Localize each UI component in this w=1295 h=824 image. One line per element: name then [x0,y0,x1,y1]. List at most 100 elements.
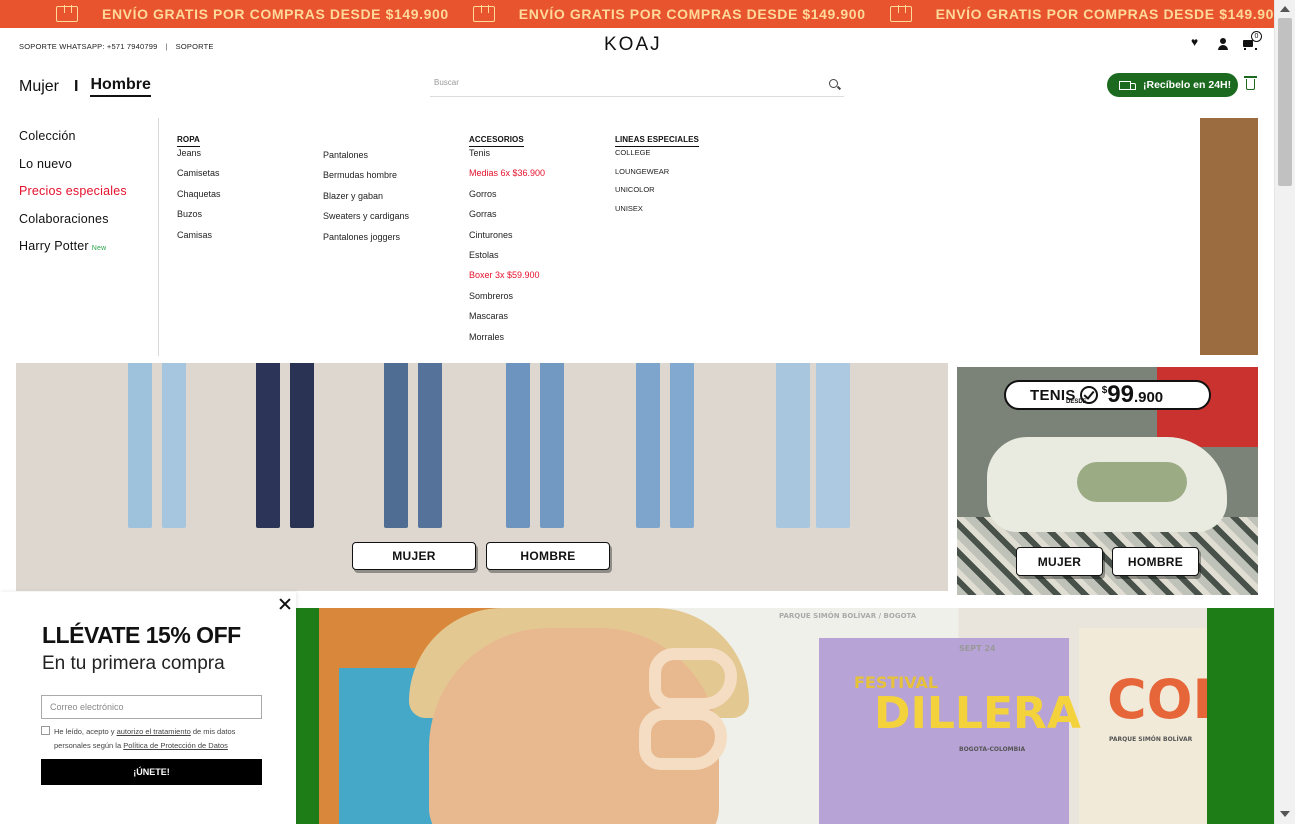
menu-link[interactable]: LOUNGEWEAR [615,166,699,185]
menu-left-list: Colección Lo nuevo Precios especiales Co… [19,129,154,267]
menu-item-precios-especiales[interactable]: Precios especiales [19,184,154,212]
promo-item: ENVÍO GRATIS POR COMPRAS DESDE $149.900 [56,5,449,22]
logo[interactable]: KOAJ [604,34,662,56]
menu-link[interactable]: Boxer 3x $59.900 [469,269,545,289]
festival-banner[interactable]: PARQUE SIMÓN BOLÍVAR / BOGOTA FESTIVAL S… [319,608,1207,824]
hero-mujer-button[interactable]: MUJER [352,542,476,570]
menu-link[interactable]: Cinturones [469,229,545,249]
model-legs [776,358,850,528]
mega-menu: Colección Lo nuevo Precios especiales Co… [0,118,1200,363]
model-legs [128,358,188,528]
menu-item-colaboraciones[interactable]: Colaboraciones [19,212,154,240]
consent-text: He leído, acepto y autorizo el tratamien… [54,725,269,753]
support-whatsapp-link[interactable]: SOPORTE WHATSAPP: +571 7940799 [19,42,158,51]
delivery-24h-button[interactable]: ¡Recíbelo en 24H! [1107,73,1238,97]
model-legs [636,358,696,528]
menu-link[interactable]: Camisetas [177,167,221,187]
sunglasses-image [649,648,737,710]
package-icon [472,5,495,22]
nav-separator: I [74,77,79,95]
tenis-mujer-button[interactable]: MUJER [1016,547,1103,576]
menu-item-coleccion[interactable]: Colección [19,129,154,157]
support-link[interactable]: SOPORTE [176,42,214,51]
poster-text: COR [1107,668,1207,731]
user-icon[interactable] [1216,37,1230,51]
heart-icon[interactable] [1190,35,1204,51]
search-icon[interactable] [829,79,838,88]
menu-link[interactable]: Gorras [469,208,545,228]
menu-link[interactable]: UNISEX [615,203,699,222]
poster-text: BOGOTA-COLOMBIA [959,746,1026,753]
newsletter-popup: LLÉVATE 15% OFF En tu primera compra He … [0,592,296,824]
menu-item-harry-potter[interactable]: Harry Potter New [19,239,154,267]
join-button[interactable]: ¡ÚNETE! [41,759,262,785]
menu-link[interactable]: Chaquetas [177,188,221,208]
tenis-price-cents: .900 [1133,389,1164,406]
tenis-price: 99 [1107,381,1134,408]
menu-link[interactable]: Jeans [177,147,221,167]
menu-col-lineas: LINEAS ESPECIALES COLLEGE LOUNGEWEAR UNI… [615,129,699,221]
menu-col-accesorios: ACCESORIOS Tenis Medias 6x $36.900 Gorro… [469,129,545,351]
nav-mujer[interactable]: Mujer [19,78,59,96]
menu-link[interactable]: Blazer y gaban [323,190,409,210]
consent-checkbox[interactable] [41,726,50,735]
menu-link[interactable]: Bermudas hombre [323,169,409,189]
menu-link[interactable]: Gorros [469,188,545,208]
package-icon [56,5,78,22]
close-icon[interactable] [278,597,292,611]
support-bar: SOPORTE WHATSAPP: +571 7940799 | SOPORTE [19,42,214,51]
consent-link-tratamiento[interactable]: autorizo el tratamiento [117,727,191,736]
support-separator: | [165,42,168,51]
menu-link[interactable]: Tenis [469,147,545,167]
menu-link[interactable]: Morrales [469,331,545,351]
menu-heading-lineas[interactable]: LINEAS ESPECIALES [615,135,699,147]
popup-title: LLÉVATE 15% OFF [42,622,241,648]
menu-link[interactable]: Sweaters y cardigans [323,210,409,230]
poster-text: PARQUE SIMÓN BOLÍVAR / BOGOTA [779,612,917,620]
hero-hombre-button[interactable]: HOMBRE [486,542,610,570]
sunglasses-image [639,708,727,770]
email-field[interactable] [41,695,262,719]
hero-banner-tenis[interactable]: TENIS $ 99 .900 DESDE [957,367,1258,595]
popup-subtitle: En tu primera compra [42,653,225,674]
menu-link[interactable]: UNICOLOR [615,184,699,203]
menu-divider [158,118,159,356]
model-legs [506,358,566,528]
menu-link[interactable]: Sombreros [469,290,545,310]
harry-potter-label: Harry Potter [19,239,89,253]
model-legs [256,358,316,528]
menu-link[interactable]: Camisas [177,229,221,249]
menu-link[interactable]: Pantalones [323,149,409,169]
trash-icon[interactable] [1244,76,1257,90]
promo-banner[interactable]: ENVÍO GRATIS POR COMPRAS DESDE $149.900 … [0,0,1274,28]
poster-text: SEPT 24 [959,644,996,653]
promo-text: ENVÍO GRATIS POR COMPRAS DESDE $149.900 [935,6,1274,22]
tenis-desde: DESDE [1066,399,1087,405]
poster-text: PARQUE SIMÓN BOLÍVAR [1109,736,1193,743]
menu-item-lo-nuevo[interactable]: Lo nuevo [19,157,154,185]
package-icon [889,5,912,22]
scroll-up-icon[interactable] [1280,6,1290,12]
menu-link[interactable]: Pantalones joggers [323,231,409,251]
menu-heading-accesorios[interactable]: ACCESORIOS [469,135,524,147]
menu-heading-ropa[interactable]: ROPA [177,135,200,147]
menu-link[interactable]: Medias 6x $36.900 [469,167,545,187]
menu-link[interactable]: Buzos [177,208,221,228]
promo-text: ENVÍO GRATIS POR COMPRAS DESDE $149.900 [518,6,866,22]
promo-item: ENVÍO GRATIS POR COMPRAS DESDE $149.900 [472,5,866,22]
tenis-price-tag: TENIS $ 99 .900 DESDE [1004,380,1211,410]
search-bar [430,73,844,97]
consent-text-part: He leído, acepto y [54,727,115,736]
menu-link[interactable]: Mascaras [469,310,545,330]
scroll-down-icon[interactable] [1280,811,1290,817]
menu-col-ropa: ROPA Jeans Camisetas Chaquetas Buzos Cam… [177,129,221,249]
model-legs [384,358,444,528]
menu-link[interactable]: COLLEGE [615,147,699,166]
tenis-hombre-button[interactable]: HOMBRE [1112,547,1199,576]
consent-link-politica[interactable]: Política de Protección de Datos [123,741,228,750]
nav-hombre[interactable]: Hombre [90,76,151,97]
scrollbar[interactable] [1274,0,1295,824]
menu-link[interactable]: Estolas [469,249,545,269]
scroll-thumb[interactable] [1278,18,1292,186]
search-input[interactable] [434,78,814,87]
